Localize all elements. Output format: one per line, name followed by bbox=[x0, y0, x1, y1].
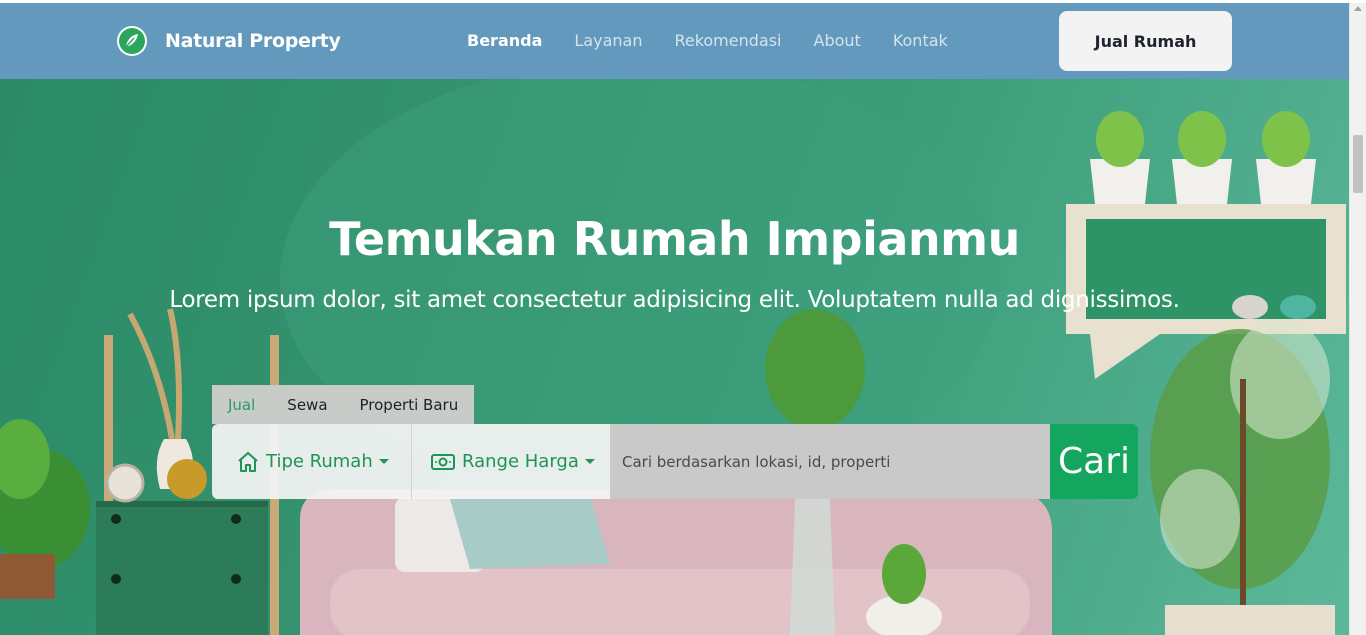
search-button[interactable]: Cari bbox=[1050, 424, 1138, 499]
scroll-up-arrow-icon[interactable] bbox=[1354, 6, 1362, 11]
search-bar: Tipe Rumah Range Harga Cari bbox=[212, 424, 1138, 499]
brand-name: Natural Property bbox=[165, 30, 341, 52]
hero-subtitle: Lorem ipsum dolor, sit amet consectetur … bbox=[169, 287, 1180, 313]
nav-link-layanan[interactable]: Layanan bbox=[574, 31, 642, 50]
house-type-dropdown[interactable]: Tipe Rumah bbox=[212, 424, 411, 499]
nav-link-about[interactable]: About bbox=[814, 31, 861, 50]
hero-background-image bbox=[0, 79, 1346, 635]
tab-sewa[interactable]: Sewa bbox=[271, 385, 343, 424]
brand[interactable]: Natural Property bbox=[117, 26, 341, 56]
hero-section: Temukan Rumah Impianmu Lorem ipsum dolor… bbox=[0, 79, 1349, 635]
search-input[interactable] bbox=[610, 424, 1050, 499]
tab-jual[interactable]: Jual bbox=[212, 385, 271, 424]
house-type-label: Tipe Rumah bbox=[266, 451, 373, 472]
chevron-down-icon bbox=[378, 459, 389, 464]
nav-link-kontak[interactable]: Kontak bbox=[893, 31, 948, 50]
house-icon bbox=[236, 451, 260, 473]
leaf-logo-icon bbox=[117, 26, 147, 56]
navbar: Natural Property Beranda Layanan Rekomen… bbox=[0, 3, 1349, 79]
price-range-label: Range Harga bbox=[462, 451, 579, 472]
tab-properti-baru[interactable]: Properti Baru bbox=[344, 385, 475, 424]
search-tabs: Jual Sewa Properti Baru bbox=[212, 385, 475, 424]
sell-house-button[interactable]: Jual Rumah bbox=[1059, 11, 1232, 71]
price-range-dropdown[interactable]: Range Harga bbox=[411, 424, 610, 499]
scroll-thumb[interactable] bbox=[1353, 135, 1363, 193]
scrollbar[interactable] bbox=[1349, 3, 1366, 635]
nav-link-beranda[interactable]: Beranda bbox=[467, 31, 542, 50]
chevron-down-icon bbox=[584, 459, 595, 464]
money-icon bbox=[430, 452, 456, 472]
nav-link-rekomendasi[interactable]: Rekomendasi bbox=[674, 31, 781, 50]
nav-links: Beranda Layanan Rekomendasi About Kontak bbox=[467, 31, 980, 50]
hero-title: Temukan Rumah Impianmu bbox=[329, 212, 1020, 266]
